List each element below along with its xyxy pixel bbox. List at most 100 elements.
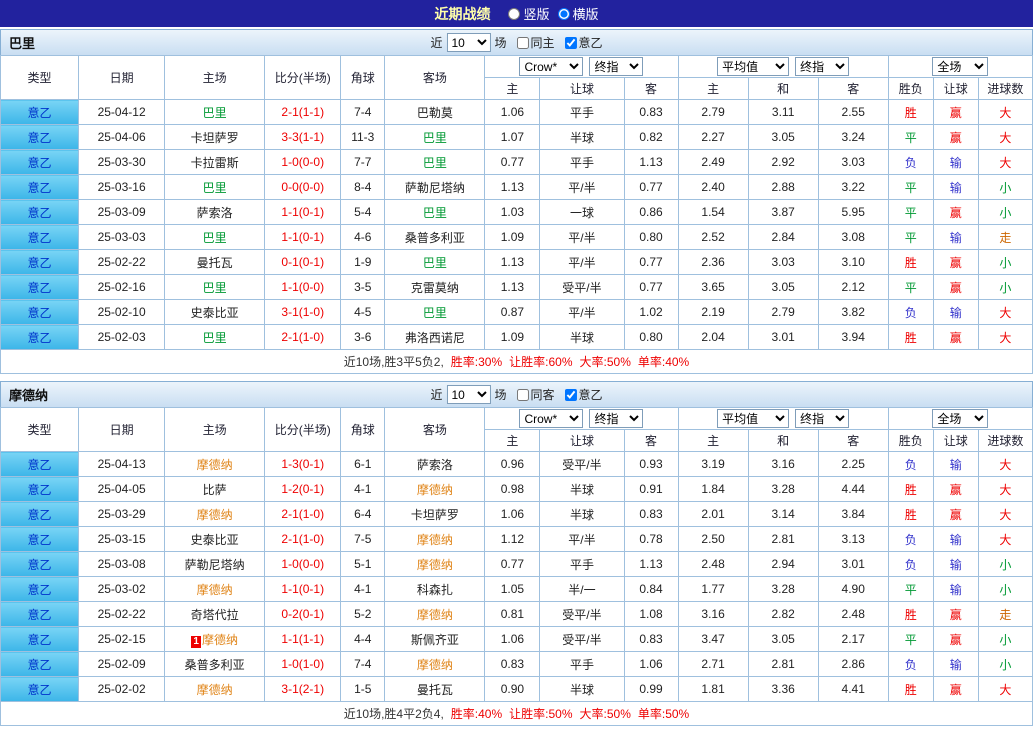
result-handicap-cell: 赢 bbox=[933, 125, 978, 150]
column-header: 比分(半场) bbox=[265, 408, 341, 452]
home-team-name: 桑普多利亚 bbox=[185, 658, 245, 672]
odds-home-cell: 1.09 bbox=[485, 225, 540, 250]
column-subheader: 主 bbox=[485, 430, 540, 452]
avg-draw-cell: 3.05 bbox=[748, 275, 818, 300]
odds-away-cell: 0.77 bbox=[624, 250, 678, 275]
home-team-cell: 萨勒尼塔纳 bbox=[165, 552, 265, 577]
full-match-select[interactable]: 全场 bbox=[932, 409, 988, 428]
home-team-name: 摩德纳 bbox=[202, 633, 238, 647]
result-goals-cell: 大 bbox=[978, 677, 1032, 702]
odds-away-cell: 0.77 bbox=[624, 175, 678, 200]
league-filter[interactable]: 意乙 bbox=[559, 386, 603, 403]
handicap-cell: 半球 bbox=[540, 677, 624, 702]
bookmaker-select[interactable]: Crow* bbox=[519, 57, 583, 76]
match-row: 意乙25-02-16巴里1-1(0-0)3-5克雷莫纳1.13受平/半0.773… bbox=[1, 275, 1033, 300]
league-filter[interactable]: 意乙 bbox=[559, 34, 603, 51]
average-select[interactable]: 平均值 bbox=[717, 409, 789, 428]
away-team-name: 卡坦萨罗 bbox=[411, 508, 459, 522]
avg-draw-cell: 2.94 bbox=[748, 552, 818, 577]
result-goals-cell: 大 bbox=[978, 477, 1032, 502]
avg-draw-cell: 3.11 bbox=[748, 100, 818, 125]
result-goals-cell: 大 bbox=[978, 325, 1032, 350]
away-team-cell: 克雷莫纳 bbox=[385, 275, 485, 300]
avg-home-cell: 2.19 bbox=[678, 300, 748, 325]
match-row: 意乙25-02-151摩德纳1-1(1-1)4-4斯佩齐亚1.06受平/半0.8… bbox=[1, 627, 1033, 652]
layout-radio-horizontal-input[interactable] bbox=[558, 8, 570, 20]
home-team-cell: 卡坦萨罗 bbox=[165, 125, 265, 150]
layout-option-horizontal[interactable]: 横版 bbox=[558, 4, 599, 23]
average-select[interactable]: 平均值 bbox=[717, 57, 789, 76]
avg-away-cell: 4.44 bbox=[818, 477, 888, 502]
odds-home-cell: 0.77 bbox=[485, 150, 540, 175]
same-venue-filter[interactable]: 同主 bbox=[511, 34, 555, 51]
summary-stat: 胜率:30% bbox=[451, 355, 502, 369]
avg-away-cell: 3.08 bbox=[818, 225, 888, 250]
odds-away-cell: 0.86 bbox=[624, 200, 678, 225]
league-cell: 意乙 bbox=[1, 275, 79, 300]
away-team-name: 萨索洛 bbox=[417, 458, 453, 472]
column-subheader: 主 bbox=[678, 78, 748, 100]
handicap-cell: 平/半 bbox=[540, 250, 624, 275]
full-match-select[interactable]: 全场 bbox=[932, 57, 988, 76]
avg-draw-cell: 2.82 bbox=[748, 602, 818, 627]
same-venue-checkbox[interactable] bbox=[517, 37, 529, 49]
final-odds-select-2[interactable]: 终指 bbox=[795, 57, 849, 76]
result-goals-cell: 小 bbox=[978, 200, 1032, 225]
summary-stat: 让胜率:50% bbox=[509, 707, 572, 721]
result-goals-cell: 小 bbox=[978, 552, 1032, 577]
home-team-name: 萨勒尼塔纳 bbox=[185, 558, 245, 572]
home-team-cell: 史泰比亚 bbox=[165, 527, 265, 552]
date-cell: 25-03-15 bbox=[79, 527, 165, 552]
avg-away-cell: 3.84 bbox=[818, 502, 888, 527]
corners-cell: 7-4 bbox=[341, 652, 385, 677]
score-cell: 3-1(1-0) bbox=[265, 300, 341, 325]
corners-cell: 4-1 bbox=[341, 477, 385, 502]
layout-option-vertical[interactable]: 竖版 bbox=[508, 4, 549, 23]
league-cell: 意乙 bbox=[1, 652, 79, 677]
date-cell: 25-02-10 bbox=[79, 300, 165, 325]
team-name: 巴里 bbox=[1, 33, 35, 52]
same-venue-filter[interactable]: 同客 bbox=[511, 386, 555, 403]
avg-home-cell: 1.81 bbox=[678, 677, 748, 702]
score-cell: 3-1(2-1) bbox=[265, 677, 341, 702]
score-cell: 2-1(1-0) bbox=[265, 325, 341, 350]
odds-home-cell: 0.98 bbox=[485, 477, 540, 502]
corners-cell: 5-4 bbox=[341, 200, 385, 225]
result-wdl-cell: 平 bbox=[888, 125, 933, 150]
league-checkbox[interactable] bbox=[565, 37, 577, 49]
result-handicap-cell: 赢 bbox=[933, 677, 978, 702]
handicap-cell: 受平/半 bbox=[540, 452, 624, 477]
column-subheader: 主 bbox=[485, 78, 540, 100]
summary-stat: 单率:40% bbox=[638, 355, 689, 369]
layout-radio-vertical-input[interactable] bbox=[508, 8, 520, 20]
date-cell: 25-02-22 bbox=[79, 602, 165, 627]
layout-radio-horizontal-label: 横版 bbox=[573, 4, 599, 23]
corners-cell: 7-5 bbox=[341, 527, 385, 552]
away-team-cell: 斯佩齐亚 bbox=[385, 627, 485, 652]
same-venue-checkbox[interactable] bbox=[517, 389, 529, 401]
column-subheader: 客 bbox=[818, 78, 888, 100]
away-team-cell: 巴勒莫 bbox=[385, 100, 485, 125]
bookmaker-select[interactable]: Crow* bbox=[519, 409, 583, 428]
final-odds-select[interactable]: 终指 bbox=[589, 57, 643, 76]
score-cell: 1-1(0-0) bbox=[265, 275, 341, 300]
team-name: 摩德纳 bbox=[1, 385, 48, 404]
league-checkbox[interactable] bbox=[565, 389, 577, 401]
result-handicap-cell: 输 bbox=[933, 150, 978, 175]
avg-group-header: 平均值终指 bbox=[678, 56, 888, 78]
away-team-name: 科森扎 bbox=[417, 583, 453, 597]
league-cell: 意乙 bbox=[1, 325, 79, 350]
avg-home-cell: 2.52 bbox=[678, 225, 748, 250]
result-handicap-cell: 输 bbox=[933, 175, 978, 200]
date-cell: 25-03-30 bbox=[79, 150, 165, 175]
result-wdl-cell: 负 bbox=[888, 527, 933, 552]
handicap-cell: 平/半 bbox=[540, 300, 624, 325]
final-odds-select[interactable]: 终指 bbox=[589, 409, 643, 428]
match-count-select[interactable]: 10 bbox=[446, 385, 490, 404]
final-odds-select-2[interactable]: 终指 bbox=[795, 409, 849, 428]
corners-cell: 4-6 bbox=[341, 225, 385, 250]
odds-home-cell: 1.06 bbox=[485, 502, 540, 527]
handicap-cell: 平手 bbox=[540, 150, 624, 175]
away-team-name: 巴勒莫 bbox=[417, 106, 453, 120]
match-count-select[interactable]: 10 bbox=[446, 33, 490, 52]
